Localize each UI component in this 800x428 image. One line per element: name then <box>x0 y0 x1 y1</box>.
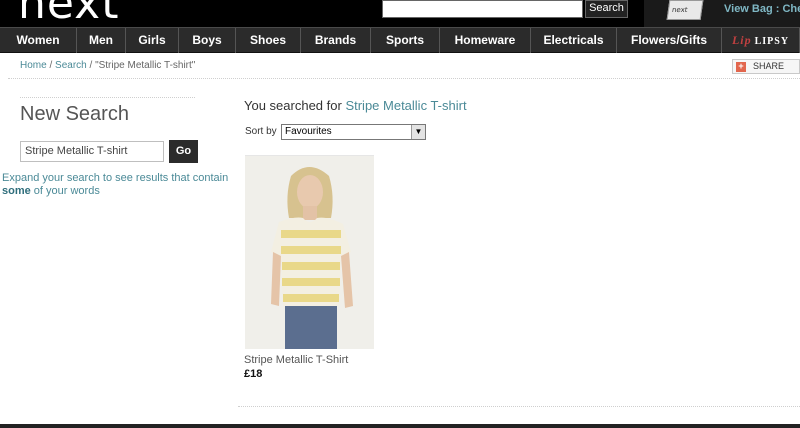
expand-search-suffix: of your words <box>30 185 100 197</box>
search-summary-term[interactable]: Stripe Metallic T-shirt <box>345 98 466 113</box>
sort-by-value: Favourites <box>285 126 332 137</box>
expand-search-prefix: Expand your search to see results that c… <box>2 172 229 184</box>
sort-by-select[interactable]: Favourites ▼ <box>281 124 426 140</box>
divider <box>8 78 800 79</box>
nav-item-label: Girls <box>138 33 166 47</box>
nav-item-sports[interactable]: Sports <box>371 28 440 53</box>
sidebar-divider <box>20 97 195 98</box>
nav-item-label: Brands <box>314 33 357 47</box>
breadcrumb: Home / Search / "Stripe Metallic T-shirt… <box>20 60 195 71</box>
model-photo-icon <box>245 156 374 349</box>
share-plus-icon: + <box>736 62 746 72</box>
nav-item-label: Women <box>16 33 60 47</box>
go-button[interactable]: Go <box>169 140 198 163</box>
nav-item-label: Sports <box>385 33 424 47</box>
lipsy-logo-icon: Lip <box>731 33 752 47</box>
search-summary: You searched for Stripe Metallic T-shirt <box>244 98 467 113</box>
bottom-divider <box>238 406 800 407</box>
expand-search-bold: some <box>2 185 31 197</box>
nav-item-label: Boys <box>192 33 222 47</box>
nav-item-label: Electricals <box>543 33 604 47</box>
breadcrumb-home[interactable]: Home <box>20 60 47 71</box>
breadcrumb-separator: / <box>46 60 56 71</box>
nav-item-label: Men <box>89 33 113 47</box>
header-search-button[interactable]: Search <box>585 0 628 18</box>
nav-item-label: LIPSY <box>754 36 790 47</box>
nav-item-lipsy[interactable]: Lip LIPSY <box>722 28 800 53</box>
share-button[interactable]: + SHARE <box>732 59 800 74</box>
window-bottom-edge <box>0 424 800 428</box>
nav-item-girls[interactable]: Girls <box>126 28 179 53</box>
share-label: SHARE <box>753 61 785 71</box>
nav-item-brands[interactable]: Brands <box>301 28 371 53</box>
new-search-title: New Search <box>20 103 129 125</box>
nav-item-shoes[interactable]: Shoes <box>236 28 301 53</box>
breadcrumb-separator: / <box>86 60 96 71</box>
nav-item-label: Flowers/Gifts <box>630 33 707 47</box>
product-name-link[interactable]: Stripe Metallic T-Shirt <box>244 354 348 366</box>
nav-item-boys[interactable]: Boys <box>179 28 236 53</box>
new-search-input[interactable]: Stripe Metallic T-shirt <box>20 141 164 162</box>
view-bag-link[interactable]: View Bag : Che <box>724 3 800 15</box>
nav-item-label: Shoes <box>249 33 286 47</box>
nav-item-homeware[interactable]: Homeware <box>440 28 531 53</box>
nav-item-electricals[interactable]: Electricals <box>531 28 617 53</box>
sort-by-label: Sort by <box>245 126 277 137</box>
search-summary-prefix: You searched for <box>244 98 346 113</box>
bag-icon-label: next <box>671 6 689 14</box>
shopping-bag-icon[interactable]: next <box>666 0 704 20</box>
breadcrumb-current: "Stripe Metallic T-shirt" <box>95 60 196 71</box>
breadcrumb-row: Home / Search / "Stripe Metallic T-shirt… <box>0 54 800 80</box>
product-price: £18 <box>244 368 263 380</box>
header-search-input[interactable] <box>382 0 583 18</box>
chevron-down-icon[interactable]: ▼ <box>411 125 425 139</box>
nav-item-men[interactable]: Men <box>77 28 126 53</box>
header-bar: next Search next View Bag : Che <box>0 0 800 27</box>
product-image[interactable] <box>245 155 374 349</box>
next-logo[interactable]: next <box>18 0 119 27</box>
nav-item-women[interactable]: Women <box>0 28 77 53</box>
expand-search-link[interactable]: Expand your search to see results that c… <box>2 172 238 198</box>
nav-item-label: Homeware <box>454 33 516 47</box>
breadcrumb-search[interactable]: Search <box>55 60 87 71</box>
main-nav: Women Men Girls Boys Shoes Brands Sports… <box>0 27 800 53</box>
nav-item-flowers-gifts[interactable]: Flowers/Gifts <box>617 28 722 53</box>
